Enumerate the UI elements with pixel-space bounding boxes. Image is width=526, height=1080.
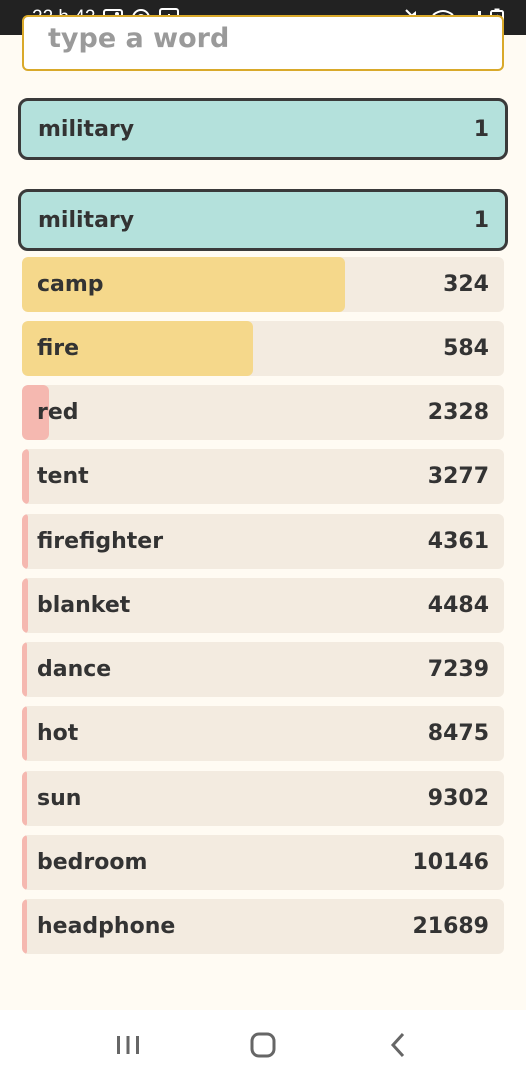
guess-word: camp (37, 272, 104, 297)
guess-row: firefighter 4361 (22, 514, 504, 569)
closeness-bar (22, 642, 27, 697)
last-guess-word: military (38, 116, 135, 142)
closeness-bar (22, 449, 29, 504)
guess-word: headphone (37, 914, 176, 939)
guess-row: bedroom 10146 (22, 835, 504, 890)
guess-word: sun (37, 786, 82, 811)
closeness-bar (22, 835, 27, 890)
guess-word: bedroom (37, 850, 148, 875)
home-button[interactable] (233, 1020, 293, 1070)
home-icon (250, 1032, 276, 1058)
guess-rank: 2328 (427, 400, 489, 425)
closeness-bar (22, 899, 27, 954)
last-guess-rank: 1 (473, 116, 489, 142)
guess-row: dance 7239 (22, 642, 504, 697)
guess-row: sun 9302 (22, 771, 504, 826)
guess-row: camp 324 (22, 257, 504, 312)
guess-row: hot 8475 (22, 706, 504, 761)
guess-rank: 4361 (427, 529, 489, 554)
guess-row: tent 3277 (22, 449, 504, 504)
closeness-bar (22, 706, 27, 761)
guess-row: blanket 4484 (22, 578, 504, 633)
guess-rank: 7239 (427, 657, 489, 682)
guess-word: tent (37, 464, 89, 489)
guess-rank: 21689 (412, 914, 489, 939)
recent-apps-button[interactable] (98, 1020, 158, 1070)
back-icon (391, 1032, 405, 1058)
guess-word: red (37, 400, 79, 425)
guess-row: red 2328 (22, 385, 504, 440)
guess-input[interactable] (46, 17, 480, 59)
last-guess-card: military 1 (18, 98, 508, 160)
guess-rank: 4484 (427, 593, 489, 618)
guess-word: hot (37, 721, 79, 746)
navigation-bar (0, 1010, 526, 1080)
best-guess-word: military (38, 207, 135, 233)
guess-input-box[interactable] (22, 15, 504, 71)
guess-rank: 584 (443, 336, 489, 361)
guess-word: firefighter (37, 529, 164, 554)
closeness-bar (22, 514, 28, 569)
guess-rank: 9302 (427, 786, 489, 811)
recent-apps-icon (116, 1036, 139, 1054)
guess-row: headphone 21689 (22, 899, 504, 954)
guess-word: blanket (37, 593, 131, 618)
best-guess-card: military 1 (18, 189, 508, 251)
guess-rank: 10146 (412, 850, 489, 875)
guess-row: fire 584 (22, 321, 504, 376)
closeness-bar (22, 578, 28, 633)
guess-rank: 324 (443, 272, 489, 297)
back-button[interactable] (368, 1020, 428, 1070)
closeness-bar (22, 771, 27, 826)
best-guess-rank: 1 (473, 207, 489, 233)
guess-word: fire (37, 336, 80, 361)
guess-rank: 8475 (427, 721, 489, 746)
guess-rank: 3277 (427, 464, 489, 489)
guess-word: dance (37, 657, 112, 682)
